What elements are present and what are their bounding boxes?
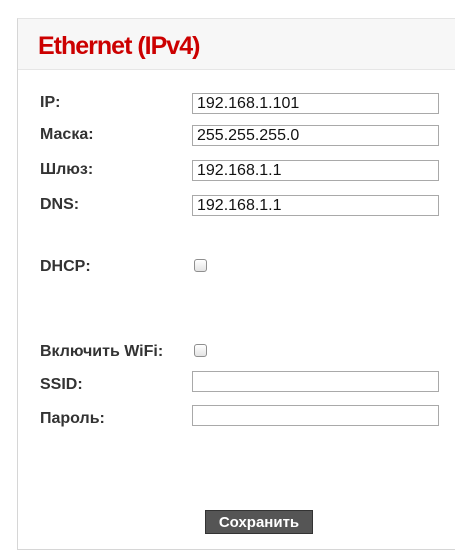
- dns-label: DNS:: [40, 196, 80, 213]
- gateway-input[interactable]: [192, 160, 439, 181]
- gateway-label: Шлюз:: [40, 161, 94, 178]
- password-label: Пароль:: [40, 410, 105, 427]
- dns-input[interactable]: [192, 195, 439, 216]
- password-input[interactable]: [192, 405, 439, 426]
- settings-panel: Ethernet (IPv4) IP: Маска: Шлюз: DNS: DH…: [17, 18, 455, 550]
- ip-label: IP:: [40, 94, 61, 111]
- ssid-input[interactable]: [192, 371, 439, 392]
- dhcp-label: DHCP:: [40, 258, 91, 275]
- page-title: Ethernet (IPv4): [38, 32, 200, 60]
- wifi-checkbox[interactable]: [194, 344, 207, 357]
- ip-input[interactable]: [192, 93, 439, 114]
- dhcp-checkbox[interactable]: [194, 259, 207, 272]
- mask-label: Маска:: [40, 126, 94, 143]
- panel-header: Ethernet (IPv4): [18, 19, 455, 70]
- mask-input[interactable]: [192, 125, 439, 146]
- ssid-label: SSID:: [40, 376, 83, 393]
- wifi-label: Включить WiFi:: [40, 343, 164, 360]
- save-button[interactable]: Сохранить: [205, 510, 313, 534]
